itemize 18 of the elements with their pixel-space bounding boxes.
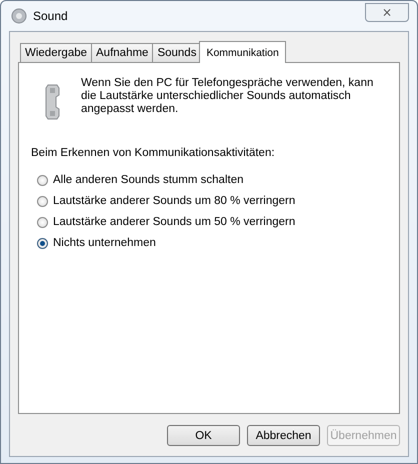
radio-button[interactable] [37,196,48,206]
radio-button[interactable] [37,174,48,186]
group-label: Beim Erkennen von Kommunikationsaktivitäten: [31,147,276,159]
tab[interactable]: Wiedergabe [20,43,92,62]
radio-option[interactable]: Lautstärke anderer Sounds um 80 % verringern [37,195,296,207]
tab[interactable]: Kommunikation [199,41,286,63]
close-button[interactable]: ⨯ [365,2,409,22]
radio-button[interactable] [37,238,48,248]
radio-option[interactable]: Alle anderen Sounds stumm schalten [37,174,244,186]
tab[interactable]: Aufnahme [91,43,154,62]
radio-option[interactable]: Lautstärke anderer Sounds um 50 % verringern [37,216,296,228]
tab[interactable]: Sounds [152,43,202,62]
radio-button[interactable] [37,216,48,228]
radio-option[interactable]: Nichts unternehmen [37,237,156,249]
window-title: Sound [33,9,69,23]
description-text: Wenn Sie den PC für Telefongespräche verwenden, kann die Lautstärke unterschiedlicher Sounds automatisch angepasst werden. [81,77,374,116]
dialog-button[interactable]: Abbrechen [247,425,320,446]
dialog-button[interactable]: OK [167,425,240,446]
